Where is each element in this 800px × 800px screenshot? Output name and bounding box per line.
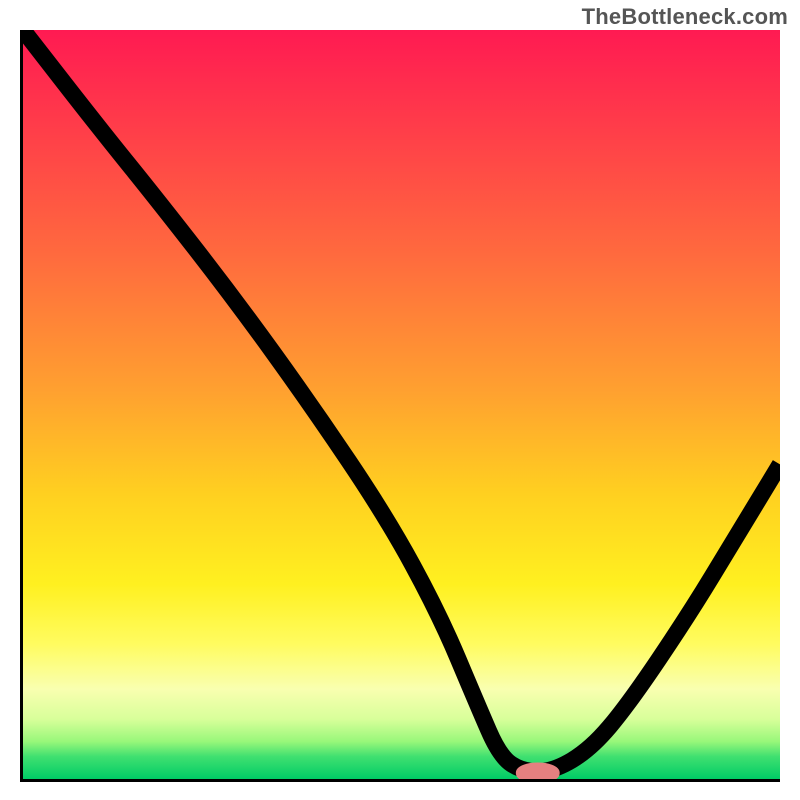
watermark-text: TheBottleneck.com: [582, 4, 788, 30]
bottleneck-curve: [23, 30, 780, 772]
plot-frame: [20, 30, 780, 782]
chart-stage: TheBottleneck.com: [0, 0, 800, 800]
optimal-point-marker: [520, 766, 556, 779]
line-plot: [23, 30, 780, 779]
